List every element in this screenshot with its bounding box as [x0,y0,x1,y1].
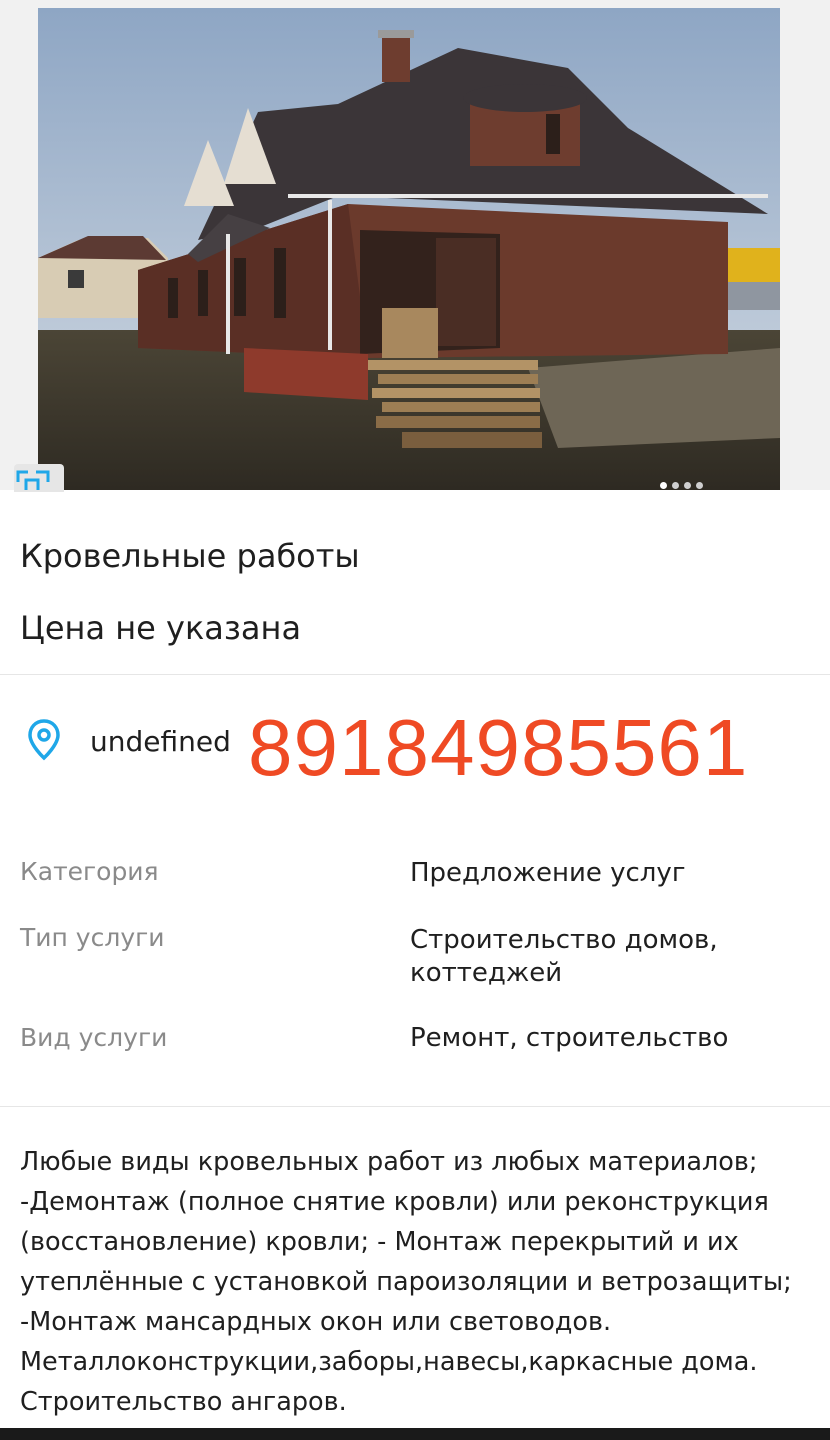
gallery-dot[interactable] [696,482,703,489]
property-label-category: Категория [20,857,159,886]
photo-gallery[interactable] [0,0,830,492]
location-pin-icon [26,718,62,762]
listing-title: Кровельные работы [20,537,360,575]
gallery-dot[interactable] [660,482,667,489]
location-text[interactable]: undefined [90,722,232,762]
divider [0,1106,830,1107]
property-value-category: Предложение услуг [410,858,686,888]
divider [0,674,830,675]
listing-photo[interactable] [38,8,780,490]
property-value-service-type: Строительство домов, коттеджей [410,925,718,988]
expand-icon[interactable] [14,464,64,492]
property-value-service-kind: Ремонт, строительство [410,1023,729,1053]
property-label-service-type: Тип услуги [20,923,165,952]
phone-number[interactable]: 89184985561 [248,702,748,794]
system-navigation-bar [0,1428,830,1440]
listing-price: Цена не указана [20,609,302,647]
property-label-service-kind: Вид услуги [20,1023,168,1052]
gallery-dot[interactable] [684,482,691,489]
gallery-pagination [660,482,703,489]
gallery-dot[interactable] [672,482,679,489]
listing-description: Любые виды кровельных работ из любых мат… [20,1147,792,1417]
